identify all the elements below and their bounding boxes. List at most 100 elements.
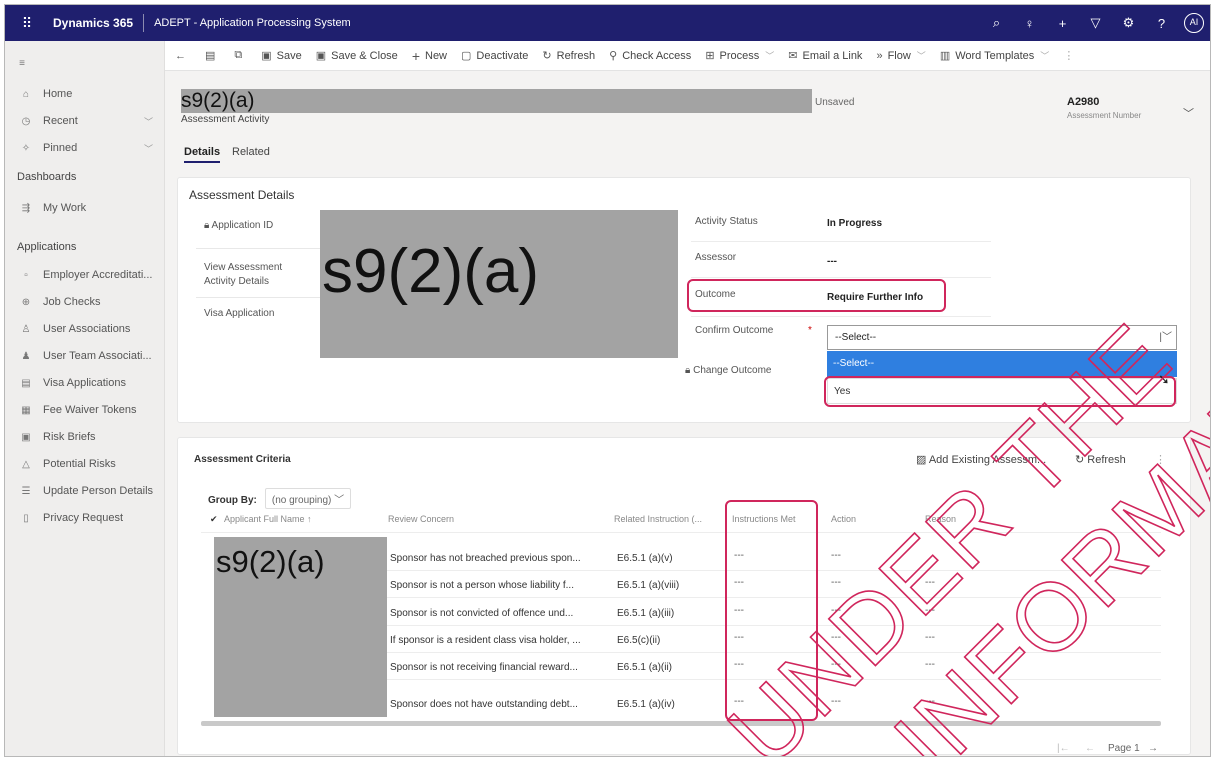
email-link-button[interactable]: ✉ Email a Link [788,49,862,63]
tab-related[interactable]: Related [232,146,270,158]
record-icon-button[interactable]: ▤ [205,49,220,62]
expand-header-chevron-icon[interactable]: ﹀ [1183,105,1194,121]
top-bar-icons: ⌕ ♀ + ▽ ⚙ ? AI [980,5,1204,41]
table-cell-reason[interactable]: --- [925,605,935,616]
app-launcher-icon[interactable]: ⠿ [17,15,37,32]
sidebar: ≡ ⌂ Home ◷ Recent ﹀ ✧ Pinned ﹀ Dashboards ⇶ My… [5,41,165,756]
change-outcome-link[interactable]: 🔒︎ Change Outcome [685,365,772,376]
table-cell-instruction: E6.5.1 (a)(v) [617,553,673,564]
deactivate-button[interactable]: ▢ Deactivate [461,49,528,63]
table-cell-action[interactable]: --- [831,659,841,670]
dropdown-option-select[interactable]: --Select-- [827,351,1177,377]
refresh-button[interactable]: ↻ Refresh [542,49,595,63]
divider [691,316,991,317]
save-button[interactable]: ▣ Save [261,49,301,63]
record-entity-type: Assessment Activity [181,114,270,125]
open-new-window-button[interactable]: ⧉ [234,49,247,62]
col-review-concern[interactable]: Review Concern [388,514,454,524]
first-page-icon[interactable]: |← [1057,743,1070,754]
sidebar-item-potential-risks[interactable]: △ Potential Risks [5,454,165,474]
process-button[interactable]: ⊞ Process ﹀ [705,49,774,63]
table-cell-action[interactable]: --- [831,696,841,707]
group-by: Group By: (no grouping) ﹀ [208,488,352,509]
sidebar-item-my-work[interactable]: ⇶ My Work [5,198,165,218]
table-cell-reason[interactable]: --- [925,577,935,588]
table-cell-instruction: E6.5(c)(ii) [617,635,661,646]
check-access-icon: ⚲ [609,50,618,62]
section-title: Assessment Details [189,188,295,202]
divider [201,532,1161,533]
lightbulb-icon[interactable]: ♀ [1013,16,1046,31]
app-name[interactable]: ADEPT - Application Processing System [154,17,351,29]
document-icon: ▤ [21,377,31,389]
sidebar-item-job-checks[interactable]: ⊕ Job Checks [5,292,165,312]
table-cell-reason[interactable]: --- [925,659,935,670]
help-icon[interactable]: ? [1145,16,1178,31]
avatar[interactable]: AI [1184,13,1204,33]
table-cell-reason[interactable]: --- [925,632,935,643]
new-button[interactable]: + New [412,48,447,64]
tab-details[interactable]: Details [184,146,220,158]
grid-more-button[interactable]: ⋮ [1155,453,1166,466]
application-id-link[interactable]: 🔒︎ Application ID [204,219,273,233]
search-icon[interactable]: ⌕ [980,15,1013,31]
gear-icon[interactable]: ⚙ [1112,15,1145,31]
add-existing-button[interactable]: ▨ Add Existing Assessm... [916,453,1046,466]
plus-icon[interactable]: + [1046,16,1079,31]
table-cell-reason[interactable]: --- [925,696,935,707]
filter-icon[interactable]: ▽ [1079,15,1112,31]
applications-heading: Applications [17,241,77,253]
sidebar-item-risk-briefs[interactable]: ▣ Risk Briefs [5,427,165,447]
view-assessment-details-link[interactable]: View Assessment Activity Details [204,261,314,289]
table-cell-action[interactable]: --- [831,550,841,561]
sidebar-item-user-team-associations[interactable]: ♟ User Team Associati... [5,346,165,366]
more-commands-button[interactable]: ⋮ [1063,49,1074,62]
add-existing-icon: ▨ [916,454,929,466]
table-cell-action[interactable]: --- [831,577,841,588]
next-page-icon[interactable]: → [1148,743,1158,754]
sidebar-item-pinned[interactable]: ✧ Pinned ﹀ [5,138,165,158]
user-icon: ♙ [21,323,31,335]
previous-page-icon[interactable]: ← [1085,743,1095,754]
visa-application-link[interactable]: Visa Application [204,307,274,321]
hamburger-icon[interactable]: ≡ [5,53,165,73]
building-icon: ▫ [24,269,28,281]
select-all-checkbox[interactable]: ✔ [210,514,218,525]
word-templates-button[interactable]: ▥ Word Templates ﹀ [940,49,1050,63]
chevron-down-icon: |﹀ [1159,332,1172,343]
check-access-button[interactable]: ⚲ Check Access [609,49,691,63]
grid-refresh-button[interactable]: ↻ Refresh [1075,453,1126,466]
table-cell-action[interactable]: --- [831,605,841,616]
sidebar-item-home[interactable]: ⌂ Home [5,84,165,104]
flow-button[interactable]: » Flow ﹀ [876,49,925,62]
confirm-outcome-select[interactable]: --Select-- |﹀ [827,325,1177,350]
sidebar-item-employer-accreditations[interactable]: ▫ Employer Accreditati... [5,265,165,285]
table-cell-instruction: E6.5.1 (a)(iii) [617,608,675,619]
activity-status-value: In Progress [827,218,883,229]
back-button[interactable]: ← [175,50,191,62]
chevron-down-icon: ﹀ [143,143,153,154]
col-applicant-full-name[interactable]: Applicant Full Name ↑ [224,514,312,524]
group-by-select[interactable]: (no grouping) ﹀ [264,488,352,509]
sidebar-item-user-associations[interactable]: ♙ User Associations [5,319,165,339]
col-reason[interactable]: Reason [925,514,956,524]
sidebar-item-recent[interactable]: ◷ Recent ﹀ [5,111,165,131]
sidebar-item-privacy-request[interactable]: ▯ Privacy Request [5,508,165,528]
warning-icon: △ [22,458,30,470]
assessor-value[interactable]: --- [827,256,837,267]
sidebar-item-fee-waiver-tokens[interactable]: ▦ Fee Waiver Tokens [5,400,165,420]
sidebar-item-visa-applications[interactable]: ▤ Visa Applications [5,373,165,393]
divider [196,248,322,249]
save-close-button[interactable]: ▣ Save & Close [316,49,398,63]
chevron-down-icon: ﹀ [1040,51,1050,61]
horizontal-scrollbar[interactable] [201,721,1161,726]
sidebar-item-update-person-details[interactable]: ☰ Update Person Details [5,481,165,501]
col-related-instruction[interactable]: Related Instruction (... [614,514,702,524]
details-redaction: s9(2)(a) [320,210,678,358]
brand-name[interactable]: Dynamics 365 [53,16,133,30]
divider [691,277,991,278]
col-action[interactable]: Action [831,514,856,524]
table-cell-action[interactable]: --- [831,632,841,643]
privacy-icon: ▯ [23,512,29,524]
record-title-redaction: s9(2)(a) [181,89,812,113]
